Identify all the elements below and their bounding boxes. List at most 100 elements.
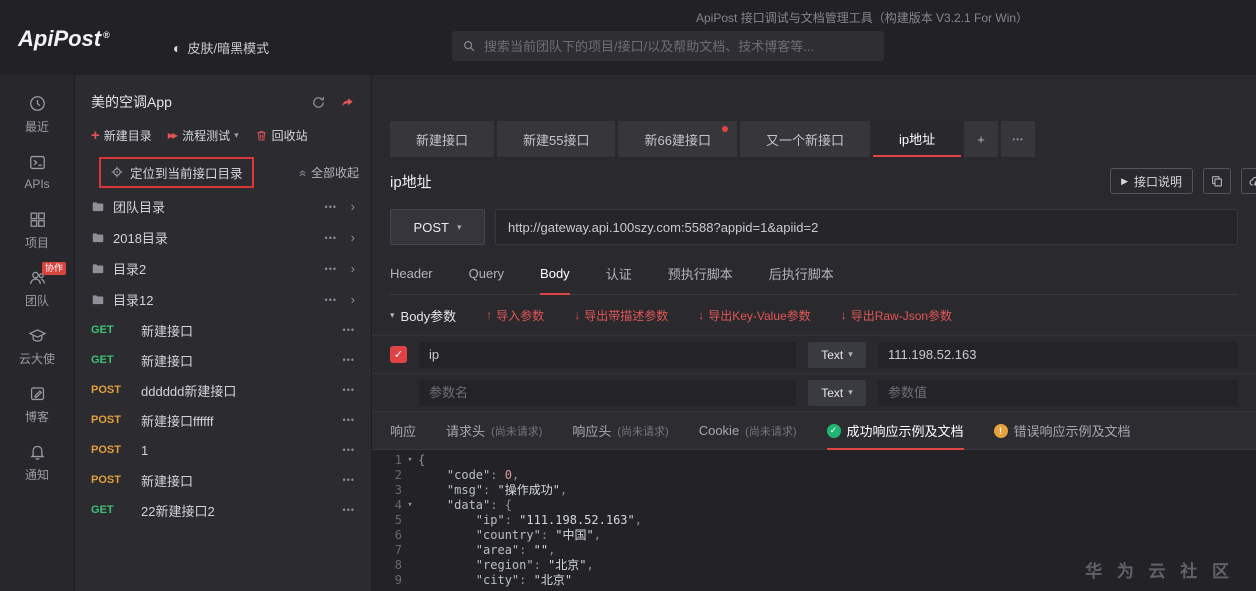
api-label: 22新建接口2 (141, 503, 215, 519)
global-search[interactable] (452, 31, 884, 61)
flow-test-button[interactable]: ▶▶ 流程测试 ▾ (168, 127, 239, 144)
param-tool-link[interactable]: ↓ 导出带描述参数 (574, 307, 668, 324)
param-type-select[interactable]: Text ▾ (808, 341, 866, 368)
param-value-input[interactable] (878, 341, 1238, 368)
method-select[interactable]: POST ▾ (390, 209, 485, 245)
param-type-label: Text (821, 347, 844, 362)
param-name-input[interactable] (419, 379, 796, 406)
param-tool-link[interactable]: ↓ 导出Raw-Json参数 (841, 307, 952, 324)
param-tool-label: 导出Raw-Json参数 (850, 308, 953, 323)
folder-item[interactable]: 团队目录 ••• › (75, 191, 371, 222)
collapse-all-button[interactable]: 全部收起 (297, 164, 359, 181)
more-icon[interactable]: ••• (343, 475, 355, 485)
nav-item-ambassador[interactable]: 云大使 (0, 317, 74, 375)
global-search-input[interactable] (484, 38, 874, 54)
locate-current-api-button[interactable]: 定位到当前接口目录 (99, 156, 254, 188)
response-tab[interactable]: 响应 (390, 412, 416, 449)
folder-label: 目录12 (113, 293, 154, 308)
api-list-item[interactable]: GET 新建接口 ••• (75, 345, 371, 375)
more-icon[interactable]: ••• (343, 415, 355, 425)
param-tool-link[interactable]: ↑ 导入参数 (486, 307, 544, 324)
fold-icon[interactable] (402, 483, 418, 498)
code-content: { (418, 453, 426, 467)
request-tab[interactable]: 认证 (606, 253, 632, 294)
folder-item[interactable]: 目录12 ••• › (75, 284, 371, 315)
api-tab[interactable]: 又一个新接口 (739, 121, 870, 157)
folder-item[interactable]: 目录2 ••• › (75, 253, 371, 284)
chevron-right-icon[interactable]: › (345, 230, 355, 245)
api-tab[interactable]: ip地址 (872, 121, 962, 157)
theme-toggle[interactable]: ◐ 皮肤/暗黑模式 (173, 38, 269, 57)
chevron-right-icon[interactable]: › (345, 292, 355, 307)
fold-icon[interactable] (402, 543, 418, 558)
param-type-select[interactable]: Text ▾ (808, 379, 866, 406)
response-tab[interactable]: Cookie (尚未请求) (699, 412, 797, 449)
request-tab[interactable]: Query (469, 253, 504, 294)
more-icon[interactable]: ••• (325, 202, 337, 212)
api-tab[interactable]: 新66建接口 (618, 121, 737, 157)
response-tab[interactable]: ✓ 成功响应示例及文档 (826, 412, 964, 450)
nav-item-blog[interactable]: 博客 (0, 375, 74, 433)
api-list-item[interactable]: POST 新建接口 ••• (75, 465, 371, 495)
param-tool-link[interactable]: ↓ 导出Key-Value参数 (698, 307, 810, 324)
fold-icon[interactable]: ▾ (402, 453, 418, 468)
param-name-input[interactable] (419, 341, 796, 368)
response-tab-label: 请求头 (446, 424, 486, 439)
more-icon[interactable]: ••• (343, 445, 355, 455)
request-tab[interactable]: 预执行脚本 (668, 253, 733, 294)
request-tab[interactable]: Header (390, 253, 433, 294)
api-tab[interactable]: 新建55接口 (497, 121, 616, 157)
api-list-item[interactable]: POST 新建接口ffffff ••• (75, 405, 371, 435)
api-doc-button[interactable]: ▶ 接口说明 (1110, 168, 1193, 194)
api-list-item[interactable]: GET 新建接口 ••• (75, 315, 371, 345)
nav-item-projects[interactable]: 项目 (0, 201, 74, 259)
fold-icon[interactable] (402, 573, 418, 588)
more-icon: ••• (1012, 134, 1024, 144)
share-icon[interactable] (340, 95, 355, 110)
nav-item-team[interactable]: 协作 团队 (0, 259, 74, 317)
request-tab[interactable]: Body (540, 253, 570, 295)
request-tab[interactable]: 后执行脚本 (769, 253, 834, 294)
more-icon[interactable]: ••• (325, 264, 337, 274)
more-icon[interactable]: ••• (343, 385, 355, 395)
response-tab[interactable]: ! 错误响应示例及文档 (993, 412, 1131, 449)
response-tab[interactable]: 请求头 (尚未请求) (446, 412, 542, 449)
chevron-right-icon[interactable]: › (345, 261, 355, 276)
param-checkbox[interactable]: ✓ (390, 346, 407, 363)
more-icon[interactable]: ••• (343, 355, 355, 365)
nav-item-notifications[interactable]: 通知 (0, 433, 74, 491)
api-label: 1 (141, 442, 149, 458)
request-url-input[interactable] (495, 209, 1238, 245)
new-directory-button[interactable]: + 新建目录 (91, 127, 152, 144)
caret-down-icon[interactable]: ▾ (390, 310, 395, 321)
refresh-icon[interactable] (311, 95, 326, 110)
api-title-row: ip地址 ▶ 接口说明 (372, 157, 1256, 205)
fold-icon[interactable] (402, 468, 418, 483)
more-icon[interactable]: ••• (343, 325, 355, 335)
more-icon[interactable]: ••• (325, 295, 337, 305)
api-list-item[interactable]: POST dddddd新建接口 ••• (75, 375, 371, 405)
chevron-right-icon[interactable]: › (345, 199, 355, 214)
folder-item[interactable]: 2018目录 ••• › (75, 222, 371, 253)
api-list-item[interactable]: POST 1 ••• (75, 435, 371, 465)
nav-item-recent[interactable]: 最近 (0, 85, 74, 143)
param-value-input[interactable] (878, 379, 1238, 406)
api-list-item[interactable]: GET 22新建接口2 ••• (75, 495, 371, 525)
more-icon[interactable]: ••• (325, 233, 337, 243)
new-tab-button[interactable]: + (964, 121, 999, 157)
copy-button[interactable] (1203, 168, 1231, 194)
api-tab[interactable]: 新建接口 (390, 121, 495, 157)
fold-icon[interactable] (402, 558, 418, 573)
fold-icon[interactable]: ▾ (402, 498, 418, 513)
tab-overflow-button[interactable]: ••• (1001, 121, 1036, 157)
api-doc-label: 接口说明 (1133, 174, 1182, 189)
response-tab[interactable]: 响应头 (尚未请求) (572, 412, 668, 449)
arrow-icon: ↑ (486, 308, 493, 322)
nav-item-apis[interactable]: APIs (0, 143, 74, 201)
recycle-bin-button[interactable]: 回收站 (255, 127, 308, 144)
fold-icon[interactable] (402, 528, 418, 543)
locate-row: 定位到当前接口目录 全部收起 (75, 153, 371, 191)
fold-icon[interactable] (402, 513, 418, 528)
save-button[interactable] (1241, 168, 1256, 194)
more-icon[interactable]: ••• (343, 505, 355, 515)
